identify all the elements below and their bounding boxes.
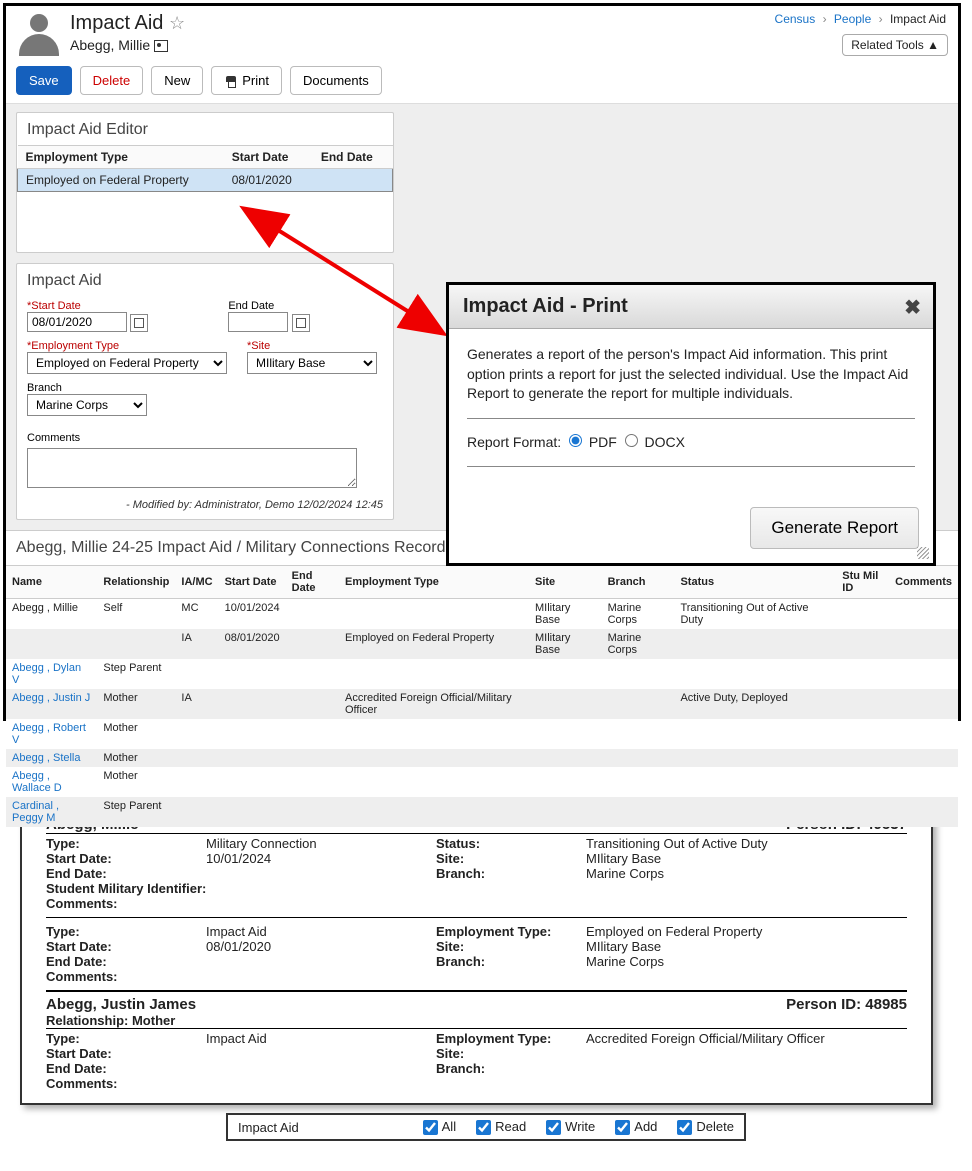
editor-panel-title: Impact Aid Editor [17, 113, 393, 145]
bc-people[interactable]: People [834, 12, 871, 26]
start-date-input[interactable] [27, 312, 127, 332]
editor-row[interactable]: Employed on Federal Property 08/01/2020 [18, 169, 393, 192]
table-row[interactable]: IA08/01/2020Employed on Federal Property… [6, 629, 958, 659]
perm-delete[interactable]: Delete [677, 1119, 734, 1135]
form-panel-title: Impact Aid [17, 264, 393, 296]
site-label: Site [247, 340, 377, 352]
table-row[interactable]: Abegg , Wallace DMother [6, 767, 958, 797]
perm-all[interactable]: All [423, 1119, 456, 1135]
chevron-right-icon: › [823, 12, 827, 26]
table-row[interactable]: Abegg , Justin JMotherIAAccredited Forei… [6, 689, 958, 719]
print-dialog: Impact Aid - Print ✖ Generates a report … [446, 282, 936, 566]
end-date-label: End Date [228, 300, 309, 312]
star-icon[interactable]: ☆ [169, 13, 185, 33]
rep-p2-name: Abegg, Justin James [46, 996, 196, 1013]
new-button[interactable]: New [151, 66, 203, 95]
branch-select[interactable]: Marine Corps [27, 394, 147, 416]
records-table: Name Relationship IA/MC Start Date End D… [6, 565, 958, 827]
close-icon[interactable]: ✖ [904, 295, 921, 320]
generate-report-button[interactable]: Generate Report [750, 507, 919, 549]
end-date-input[interactable] [228, 312, 288, 332]
col-end: End Date [313, 146, 393, 169]
resize-grip[interactable] [917, 547, 929, 559]
branch-label: Branch [27, 382, 147, 394]
emp-type-select[interactable]: Employed on Federal Property [27, 352, 227, 374]
avatar [16, 12, 62, 58]
form-panel: Impact Aid Start Date End Date Employmen… [16, 263, 394, 520]
site-select[interactable]: MIlitary Base [247, 352, 377, 374]
table-row[interactable]: Abegg , Dylan VStep Parent [6, 659, 958, 689]
dialog-title: Impact Aid - Print ✖ [449, 285, 933, 329]
bc-census[interactable]: Census [775, 12, 816, 26]
start-date-label: Start Date [27, 300, 148, 312]
calendar-icon[interactable] [130, 314, 148, 332]
col-start: Start Date [224, 146, 313, 169]
table-row[interactable]: Abegg , MillieSelfMC10/01/2024MIlitary B… [6, 599, 958, 630]
radio-docx[interactable]: DOCX [625, 434, 685, 450]
printer-icon [224, 76, 238, 88]
editor-panel: Impact Aid Editor Employment Type Start … [16, 112, 394, 253]
save-button[interactable]: Save [16, 66, 72, 95]
editor-table: Employment Type Start Date End Date Empl… [17, 145, 393, 192]
id-card-icon[interactable] [154, 40, 168, 52]
emp-type-label: Employment Type [27, 340, 227, 352]
table-row[interactable]: Abegg , StellaMother [6, 749, 958, 767]
table-row[interactable]: Cardinal , Peggy MStep Parent [6, 797, 958, 827]
print-button[interactable]: Print [211, 66, 282, 95]
radio-pdf[interactable]: PDF [569, 434, 617, 450]
delete-button[interactable]: Delete [80, 66, 144, 95]
perm-label: Impact Aid [238, 1120, 403, 1135]
perm-add[interactable]: Add [615, 1119, 657, 1135]
format-label: Report Format: [467, 434, 561, 450]
person-name: Abegg, Millie [70, 37, 948, 53]
documents-button[interactable]: Documents [290, 66, 382, 95]
perm-read[interactable]: Read [476, 1119, 526, 1135]
perm-write[interactable]: Write [546, 1119, 595, 1135]
modified-note: - Modified by: Administrator, Demo 12/02… [17, 495, 393, 519]
records-panel: Abegg, Millie 24-25 Impact Aid / Militar… [6, 530, 958, 827]
col-emp: Employment Type [18, 146, 224, 169]
comments-label: Comments [27, 432, 383, 444]
chevron-right-icon: › [879, 12, 883, 26]
dialog-text: Generates a report of the person's Impac… [467, 345, 915, 404]
table-row[interactable]: Abegg , Robert VMother [6, 719, 958, 749]
calendar-icon[interactable] [292, 314, 310, 332]
bc-current: Impact Aid [890, 12, 946, 26]
related-tools-button[interactable]: Related Tools ▲ [842, 34, 948, 56]
breadcrumb: Census › People › Impact Aid [775, 12, 946, 26]
format-row: Report Format: PDF DOCX [467, 433, 915, 453]
comments-input[interactable] [27, 448, 357, 488]
permissions-row: Impact Aid All Read Write Add Delete [226, 1113, 746, 1141]
chevron-up-icon: ▲ [927, 38, 939, 52]
